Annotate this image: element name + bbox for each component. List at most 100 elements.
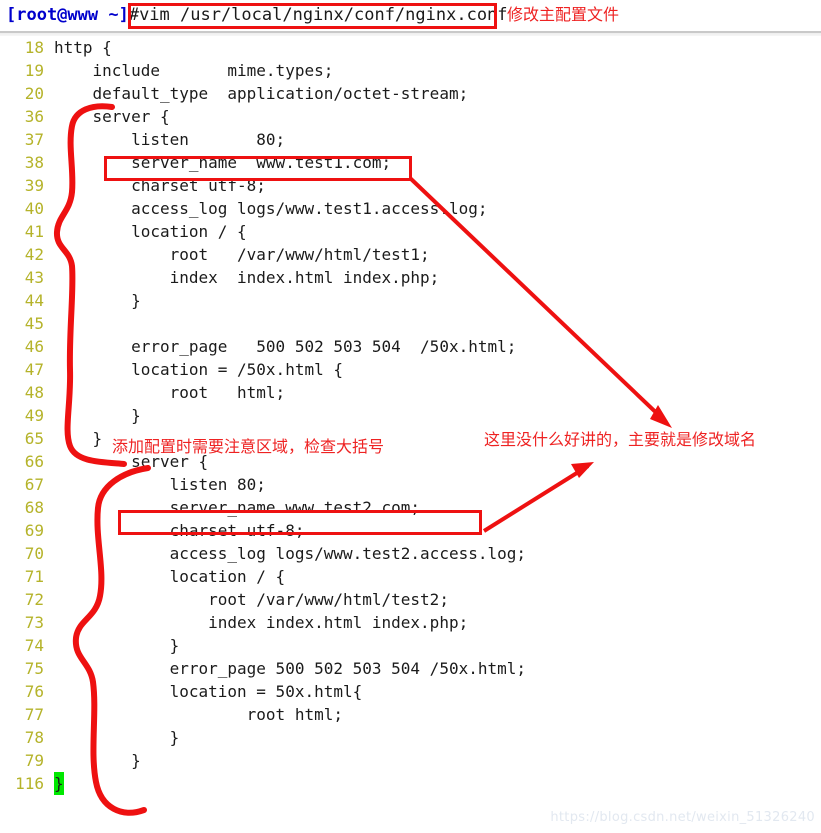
code-line: 79 } <box>0 749 821 772</box>
line-number: 48 <box>24 383 44 402</box>
code-line: 38 server_name www.test1.com; <box>0 151 821 174</box>
code-line-text: access_log logs/www.test2.access.log; <box>54 544 527 563</box>
shell-prompt-user: [root@www ~] <box>6 5 129 25</box>
vim-buffer[interactable]: 18 http {19 include mime.types; 20 default… <box>0 36 821 833</box>
code-line: 68 server_name www.test2.com; <box>0 496 821 519</box>
annotation-note-command: 修改主配置文件 <box>507 5 620 24</box>
code-line-text: } <box>54 751 141 770</box>
line-number: 37 <box>24 130 44 149</box>
line-number: 36 <box>24 107 44 126</box>
code-line-text: server_name www.test2.com; <box>54 498 421 517</box>
code-line-text: listen 80; <box>54 130 286 149</box>
code-line: 48 root html; <box>0 381 821 404</box>
line-number: 40 <box>24 199 44 218</box>
line-number: 39 <box>24 176 44 195</box>
shell-command: #vim /usr/local/nginx/conf/nginx.conf <box>128 5 508 25</box>
code-line-text: index index.html index.php; <box>54 613 469 632</box>
code-line: 76 location = 50x.html{ <box>0 680 821 703</box>
screenshot-root: [root@www ~]#vim /usr/local/nginx/conf/n… <box>0 0 821 833</box>
line-number: 45 <box>24 314 44 333</box>
code-line: 49 } <box>0 404 821 427</box>
code-line-text: server { <box>54 452 209 471</box>
code-line-text: default_type application/octet-stream; <box>54 84 469 103</box>
code-line-text: charset utf-8; <box>54 176 266 195</box>
line-number: 44 <box>24 291 44 310</box>
line-number: 67 <box>24 475 44 494</box>
line-number: 72 <box>24 590 44 609</box>
code-line: 19 include mime.types; <box>0 59 821 82</box>
line-number: 19 <box>24 61 44 80</box>
code-line: 72 root /var/www/html/test2; <box>0 588 821 611</box>
code-line-text: location / { <box>54 567 286 586</box>
code-line-text: } <box>54 772 64 795</box>
code-line: 78 } <box>0 726 821 749</box>
code-line: 67 listen 80; <box>0 473 821 496</box>
code-line: 41 location / { <box>0 220 821 243</box>
line-number: 65 <box>24 429 44 448</box>
line-number: 71 <box>24 567 44 586</box>
code-line-text: access_log logs/www.test1.access.log; <box>54 199 488 218</box>
code-line-text: http { <box>54 38 112 57</box>
line-number: 18 <box>24 38 44 57</box>
code-line: 66 server { <box>0 450 821 473</box>
code-line-text: } <box>54 728 180 747</box>
code-line: 116} <box>0 772 821 795</box>
code-line: 37 listen 80; <box>0 128 821 151</box>
code-line-text: include mime.types; <box>54 61 334 80</box>
code-line-text: root html; <box>54 383 286 402</box>
code-line-text: root /var/www/html/test1; <box>54 245 430 264</box>
line-number: 79 <box>24 751 44 770</box>
code-line: 71 location / { <box>0 565 821 588</box>
code-line: 39 charset utf-8; <box>0 174 821 197</box>
line-number: 78 <box>24 728 44 747</box>
line-number: 42 <box>24 245 44 264</box>
code-line: 69 charset utf-8; <box>0 519 821 542</box>
code-line: 47 location = /50x.html { <box>0 358 821 381</box>
code-line: 75 error_page 500 502 503 504 /50x.html; <box>0 657 821 680</box>
line-number: 77 <box>24 705 44 724</box>
line-number: 66 <box>24 452 44 471</box>
code-line: 20 default_type application/octet-stream… <box>0 82 821 105</box>
code-line-text: } <box>54 406 141 425</box>
code-line: 36 server { <box>0 105 821 128</box>
code-line: 46 error_page 500 502 503 504 /50x.html; <box>0 335 821 358</box>
line-number: 76 <box>24 682 44 701</box>
code-line: 40 access_log logs/www.test1.access.log; <box>0 197 821 220</box>
code-line: 65 } <box>0 427 821 450</box>
line-number: 75 <box>24 659 44 678</box>
code-line-text: location / { <box>54 222 247 241</box>
line-number: 20 <box>24 84 44 103</box>
line-number: 69 <box>24 521 44 540</box>
code-line: 74 } <box>0 634 821 657</box>
code-line-text: index index.html index.php; <box>54 268 440 287</box>
line-number: 70 <box>24 544 44 563</box>
code-line: 43 index index.html index.php; <box>0 266 821 289</box>
line-number: 73 <box>24 613 44 632</box>
code-line-text: location = 50x.html{ <box>54 682 363 701</box>
code-line-text: } <box>54 636 180 655</box>
terminal-prompt-bar: [root@www ~]#vim /usr/local/nginx/conf/n… <box>0 0 821 30</box>
code-line-text: listen 80; <box>54 475 266 494</box>
line-number: 43 <box>24 268 44 287</box>
code-line-text: error_page 500 502 503 504 /50x.html; <box>54 337 517 356</box>
code-line: 77 root html; <box>0 703 821 726</box>
code-line-text: root html; <box>54 705 343 724</box>
line-number: 49 <box>24 406 44 425</box>
terminal-prompt-line: [root@www ~]#vim /usr/local/nginx/conf/n… <box>6 4 508 26</box>
code-line-text: error_page 500 502 503 504 /50x.html; <box>54 659 527 678</box>
code-line: 70 access_log logs/www.test2.access.log; <box>0 542 821 565</box>
line-number: 41 <box>24 222 44 241</box>
code-line: 45 <box>0 312 821 335</box>
line-number: 68 <box>24 498 44 517</box>
code-line-text: } <box>54 429 103 448</box>
code-line-text: root /var/www/html/test2; <box>54 590 449 609</box>
line-number: 47 <box>24 360 44 379</box>
line-number: 116 <box>15 774 44 793</box>
code-line-text: charset utf-8; <box>54 521 305 540</box>
code-line-text: server_name www.test1.com; <box>54 153 392 172</box>
code-line: 73 index index.html index.php; <box>0 611 821 634</box>
code-line: 42 root /var/www/html/test1; <box>0 243 821 266</box>
code-line-text: } <box>54 291 141 310</box>
line-number: 74 <box>24 636 44 655</box>
code-line-text: location = /50x.html { <box>54 360 343 379</box>
